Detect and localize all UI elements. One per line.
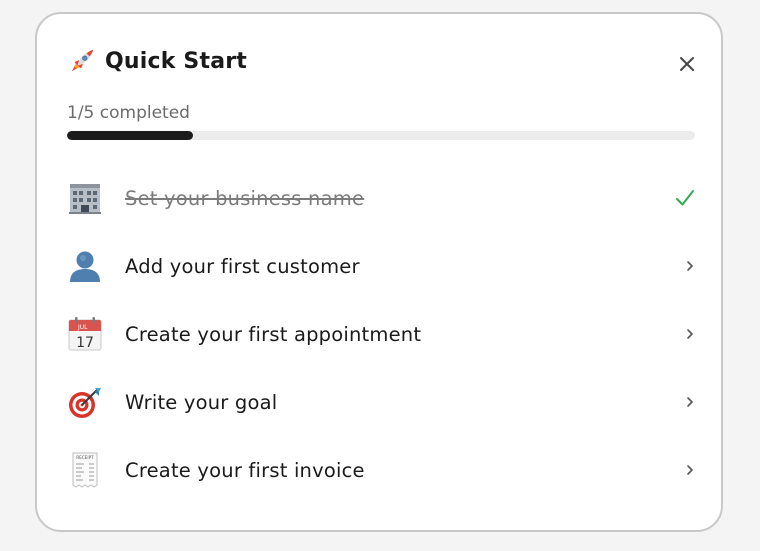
receipt-icon: RECEIPT	[72, 452, 98, 488]
person-silhouette-icon	[70, 251, 100, 282]
task-item-set-business-name[interactable]: Set your business name	[67, 164, 695, 232]
calendar-icon: JUL 17	[68, 317, 102, 351]
target-icon	[69, 388, 101, 418]
task-label: Add your first customer	[125, 254, 360, 278]
task-list: Set your business name Add your first cu…	[67, 164, 695, 504]
chevron-right-icon	[685, 327, 695, 341]
task-item-write-goal[interactable]: Write your goal	[67, 368, 695, 436]
panel-header: Quick Start	[67, 46, 247, 76]
calendar-month: JUL	[77, 324, 88, 331]
task-item-create-appointment[interactable]: JUL 17 Create your first appointment	[67, 300, 695, 368]
calendar-day: 17	[76, 335, 94, 351]
receipt-heading: RECEIPT	[76, 455, 94, 460]
progress-text: 1/5 completed	[67, 103, 190, 123]
rocket-icon	[71, 49, 94, 72]
building-icon	[69, 184, 101, 214]
checkmark-icon	[676, 190, 694, 206]
close-icon	[680, 57, 694, 71]
task-item-create-invoice[interactable]: RECEIPT Create your first invoice	[67, 436, 695, 504]
close-button[interactable]	[675, 52, 699, 76]
task-label: Create your first invoice	[125, 458, 365, 482]
chevron-right-icon	[685, 259, 695, 273]
task-item-add-customer[interactable]: Add your first customer	[67, 232, 695, 300]
progress-bar	[67, 131, 695, 140]
progress-bar-fill	[67, 131, 193, 140]
panel-title: Quick Start	[105, 48, 248, 74]
task-label: Create your first appointment	[125, 322, 422, 346]
task-status	[675, 189, 695, 207]
task-label: Set your business name	[125, 186, 365, 210]
task-label: Write your goal	[125, 390, 278, 414]
chevron-right-icon	[685, 463, 695, 477]
quick-start-panel: Quick Start 1/5 completed Set your busin…	[35, 12, 723, 532]
chevron-right-icon	[685, 395, 695, 409]
